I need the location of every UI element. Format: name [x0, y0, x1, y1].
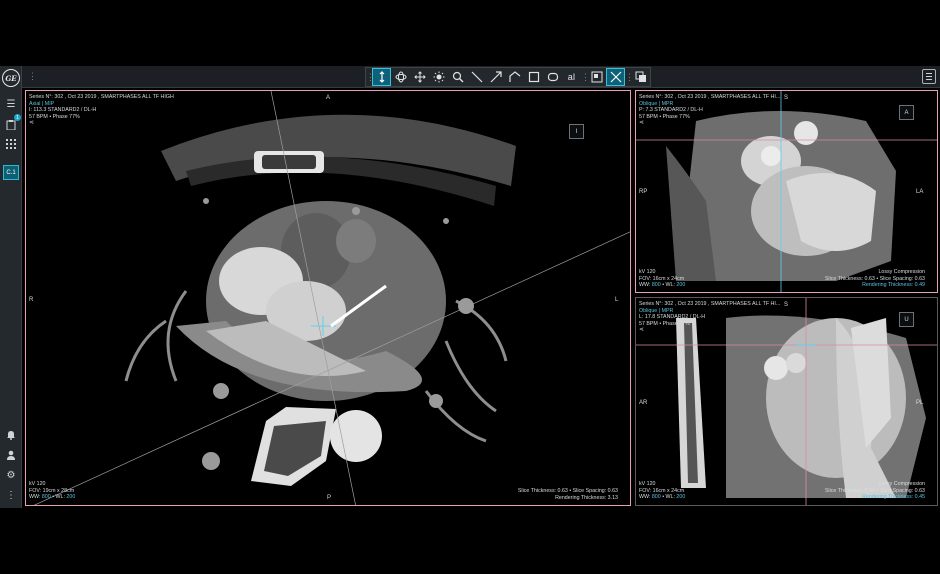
rendering-thickness: Rendering Thickness: 3.13: [555, 494, 618, 501]
view-mode-top: Oblique | MPR: [639, 100, 674, 107]
heart-rate-phase: 57 BPM • Phase 77%: [29, 113, 80, 120]
oblique-viewport-top[interactable]: Series N°: 302 , Oct 23 2019 , SMARTPHAS…: [635, 90, 938, 293]
series-line: Series N°: 302 , Oct 23 2019 , SMARTPHAS…: [29, 94, 174, 100]
orientation-cube-button-bottom[interactable]: U: [899, 312, 914, 327]
acquisition-info-top: kV 120 FOV: 16cm x 24cm WW: 800 • WL: 20…: [639, 269, 685, 289]
letterbox-top: [0, 0, 940, 66]
share-icon-top[interactable]: ⋖: [639, 120, 780, 127]
share-icon[interactable]: ⋖: [29, 120, 174, 127]
fov-value: FOV: 19cm x 28cm: [29, 487, 75, 494]
notification-badge: 1: [14, 114, 21, 121]
crosshair-tool-icon[interactable]: [606, 68, 625, 86]
pan-icon[interactable]: [410, 68, 429, 86]
slice-thickness-top: Slice Thickness: 0.63 • Slice Spacing: 0…: [824, 275, 925, 282]
orientation-left-ar: AR: [639, 400, 648, 406]
ge-logo: GE: [2, 69, 20, 87]
orientation-top-s: S: [784, 95, 789, 101]
window-level-readout: WW: 800 • WL: 200: [29, 494, 76, 501]
copy-icon[interactable]: [631, 68, 650, 86]
orientation-cube-button[interactable]: I: [569, 124, 584, 139]
left-rail: GE ☰ 1 C.1 ⚙ ⋮: [0, 66, 22, 508]
window-level-readout-top: WW: 800 • WL: 200: [639, 282, 686, 289]
oblique-viewport-bottom[interactable]: Series N°: 302 , Oct 23 2019 , SMARTPHAS…: [635, 297, 938, 506]
axial-ct-image: [33, 91, 630, 505]
menu-icon[interactable]: ☰: [3, 97, 19, 111]
more-vertical-icon[interactable]: ⋮: [3, 488, 19, 502]
kv-value-bottom: kV 120: [639, 481, 656, 487]
series-line-top: Series N°: 302 , Oct 23 2019 , SMARTPHAS…: [639, 94, 781, 100]
rectangle-roi-icon[interactable]: [524, 68, 543, 86]
orientation-left-rp: RP: [639, 189, 648, 195]
zoom-icon[interactable]: [448, 68, 467, 86]
viewer-app: GE ☰ 1 C.1 ⚙ ⋮ ⋮ ⋮ aI ⋮ ⋮ Series N°: 302…: [0, 66, 940, 508]
layout-icon[interactable]: [587, 68, 606, 86]
share-icon-bottom[interactable]: ⋖: [639, 327, 780, 334]
fov-value-bottom: FOV: 16cm x 24cm: [639, 487, 685, 494]
acquisition-info: kV 120 FOV: 19cm x 28cm WW: 800 • WL: 20…: [29, 481, 75, 501]
bell-icon[interactable]: [3, 428, 19, 442]
grid-layout-icon[interactable]: [3, 137, 19, 151]
slice-position: I: 113.3 STANDARD2 / DL-H: [29, 107, 97, 114]
letterbox-bottom: [0, 508, 940, 574]
orientation-top-s-bottom: S: [784, 302, 789, 308]
view-mode-bottom: Oblique | MPR: [639, 307, 674, 314]
slice-info-bottom: Lossy Compression Slice Thickness: 0.63 …: [825, 481, 925, 501]
orientation-right-la: LA: [916, 189, 924, 195]
orientation-right-pl: PL: [916, 400, 924, 406]
kv-value: kV 120: [29, 481, 46, 487]
series-thumbnail-c1[interactable]: C.1: [3, 165, 19, 180]
series-line-bottom: Series N°: 302 , Oct 23 2019 , SMARTPHAS…: [639, 301, 781, 307]
drag-handle-icon[interactable]: ⋮: [28, 71, 37, 82]
series-info-top: Series N°: 302 , Oct 23 2019 , SMARTPHAS…: [639, 94, 780, 127]
orientation-right: L: [615, 297, 619, 303]
window-level-icon[interactable]: [429, 68, 448, 86]
compression-top: Lossy Compression: [878, 269, 925, 275]
heart-rate-phase-top: 57 BPM • Phase 77%: [639, 113, 690, 120]
line-measure-icon[interactable]: [467, 68, 486, 86]
orientation-bottom: P: [327, 495, 332, 501]
fov-value-top: FOV: 16cm x 24cm: [639, 275, 685, 282]
angle-icon[interactable]: [505, 68, 524, 86]
orientation-top: A: [326, 95, 331, 101]
slice-position-top: P: 7.3 STANDARD2 / DL-H: [639, 107, 703, 114]
orientation-cube-button-top[interactable]: A: [899, 105, 914, 120]
rendering-thickness-top: Rendering Thickness: 0.49: [862, 282, 925, 289]
ellipse-roi-icon[interactable]: [543, 68, 562, 86]
settings-gear-icon[interactable]: ⚙: [3, 468, 19, 482]
side-panel-icon[interactable]: [922, 69, 936, 84]
user-icon[interactable]: [3, 448, 19, 462]
slice-position-bottom: L: 17.8 STANDARD2 / DL-H: [639, 314, 706, 321]
text-annotation-icon[interactable]: aI: [562, 68, 581, 86]
compression-bottom: Lossy Compression: [878, 481, 925, 487]
rendering-thickness-bottom: Rendering Thickness: 0.45: [862, 494, 925, 501]
kv-value-top: kV 120: [639, 269, 656, 275]
series-info-bottom: Series N°: 302 , Oct 23 2019 , SMARTPHAS…: [639, 301, 780, 334]
window-level-readout-bottom: WW: 800 • WL: 200: [639, 494, 686, 501]
rotate-3d-icon[interactable]: [391, 68, 410, 86]
arrow-annotation-icon[interactable]: [486, 68, 505, 86]
clipboard-icon[interactable]: 1: [3, 114, 21, 131]
view-mode: Axial | MIP: [29, 100, 55, 107]
slice-thickness: Slice Thickness: 0.63 • Slice Spacing: 0…: [517, 488, 618, 494]
scroll-tool-icon[interactable]: [372, 68, 391, 86]
tool-group: ⋮ aI ⋮ ⋮: [365, 67, 651, 87]
slice-info: Slice Thickness: 0.63 • Slice Spacing: 0…: [518, 488, 618, 501]
heart-rate-phase-bottom: 57 BPM • Phase 77%: [639, 320, 690, 327]
series-info: Series N°: 302 , Oct 23 2019 , SMARTPHAS…: [29, 94, 174, 127]
slice-info-top: Lossy Compression Slice Thickness: 0.63 …: [825, 269, 925, 289]
orientation-left: R: [29, 297, 34, 303]
axial-viewport[interactable]: Series N°: 302 , Oct 23 2019 , SMARTPHAS…: [25, 90, 631, 506]
slice-thickness-bottom: Slice Thickness: 0.63 • Slice Spacing: 0…: [824, 487, 925, 494]
top-toolbar: ⋮ ⋮ aI ⋮ ⋮: [22, 66, 940, 88]
acquisition-info-bottom: kV 120 FOV: 16cm x 24cm WW: 800 • WL: 20…: [639, 481, 685, 501]
